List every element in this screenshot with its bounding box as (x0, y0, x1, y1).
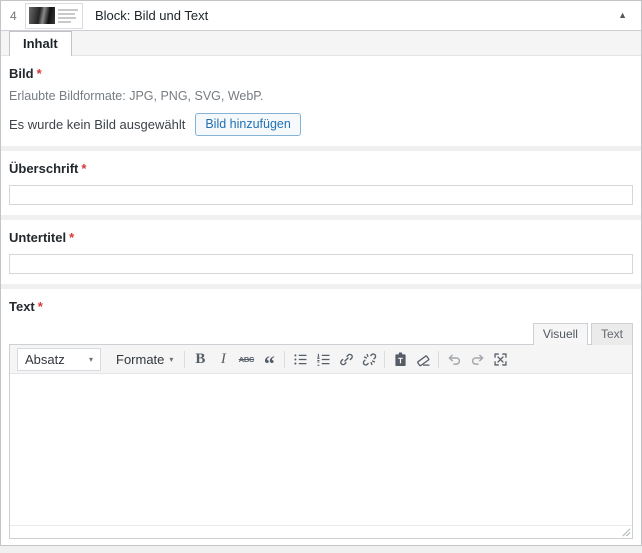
untertitel-input[interactable] (9, 254, 633, 274)
fullscreen-button[interactable] (489, 348, 511, 370)
acf-block-panel: 4 Block: Bild und Text ▲ Inhalt Bild * Er… (0, 0, 642, 546)
block-title: Block: Bild und Text (95, 8, 209, 23)
field-bild: Bild * Erlaubte Bildformate: JPG, PNG, SV… (1, 56, 641, 146)
bold-icon: B (195, 350, 206, 367)
toolbar-separator (438, 350, 440, 368)
tab-inhalt[interactable]: Inhalt (9, 31, 72, 56)
paste-as-text-button[interactable] (389, 348, 411, 370)
collapse-toggle-icon[interactable]: ▲ (614, 9, 631, 22)
editor-container: Absatz ▾ Formate ▾ B I ABC “ (9, 344, 633, 539)
image-uploader: Es wurde kein Bild ausgewählt Bild hinzu… (9, 113, 633, 136)
required-mark: * (37, 299, 43, 314)
no-image-selected-text: Es wurde kein Bild ausgewählt (9, 117, 186, 132)
editor-mode-tabs: Visuell Text (9, 323, 633, 345)
required-mark: * (81, 161, 87, 176)
blockquote-icon: “ (263, 351, 275, 376)
required-mark: * (36, 66, 42, 81)
fullscreen-icon (494, 352, 507, 366)
clear-formatting-button[interactable] (412, 348, 434, 370)
redo-icon (471, 354, 484, 365)
editor-toolbar: Absatz ▾ Formate ▾ B I ABC “ (10, 345, 632, 376)
eraser-icon (416, 354, 430, 366)
chevron-down-icon: ▾ (169, 354, 174, 364)
italic-button[interactable]: I (212, 348, 234, 370)
bulleted-list-button[interactable] (289, 348, 311, 370)
field-bild-label-row: Bild * (9, 66, 633, 81)
bulleted-list-icon (294, 353, 307, 365)
fields-container: Bild * Erlaubte Bildformate: JPG, PNG, SV… (1, 56, 641, 545)
field-ueberschrift-label: Überschrift (9, 161, 79, 176)
bold-button[interactable]: B (189, 348, 211, 370)
toolbar-separator (284, 350, 286, 368)
blockquote-button[interactable]: “ (258, 348, 280, 376)
redo-button[interactable] (466, 348, 488, 370)
chevron-down-icon: ▾ (88, 354, 93, 364)
tab-visuell[interactable]: Visuell (532, 323, 588, 345)
strikethrough-button[interactable]: ABC (235, 348, 257, 370)
undo-button[interactable] (443, 348, 465, 370)
paragraph-format-value: Absatz (25, 351, 65, 367)
formats-menu-label: Formate (116, 351, 165, 367)
field-text-label: Text (9, 299, 35, 314)
field-bild-description: Erlaubte Bildformate: JPG, PNG, SVG, Web… (9, 89, 264, 103)
block-order-number: 4 (10, 8, 17, 23)
field-untertitel-label-row: Untertitel * (9, 230, 633, 245)
italic-icon: I (220, 350, 226, 367)
required-mark: * (69, 230, 75, 245)
add-image-button[interactable]: Bild hinzufügen (195, 113, 301, 136)
unlink-icon (362, 352, 377, 366)
ueberschrift-input[interactable] (9, 185, 633, 205)
resize-handle-icon[interactable] (620, 526, 632, 538)
thumbnail-image (29, 7, 55, 24)
formats-menu-button[interactable]: Formate ▾ (109, 348, 180, 371)
toolbar-separator (384, 350, 386, 368)
remove-link-button[interactable] (358, 348, 380, 370)
field-untertitel-label: Untertitel (9, 230, 67, 245)
numbered-list-button[interactable] (312, 348, 334, 370)
undo-icon (448, 354, 460, 365)
editor-content[interactable] (10, 374, 632, 525)
field-group-tab-bar: Inhalt (1, 31, 641, 56)
field-ueberschrift: Überschrift * (1, 151, 641, 215)
field-ueberschrift-label-row: Überschrift * (9, 161, 633, 176)
field-untertitel: Untertitel * (1, 220, 641, 284)
wysiwyg-editor: Visuell Text Absatz ▾ Formate ▾ B I ABC … (9, 323, 633, 539)
field-text: Text * Visuell Text Absatz ▾ Formate ▾ B… (1, 289, 641, 545)
numbered-list-icon (317, 353, 330, 366)
thumbnail-text-lines (58, 8, 79, 23)
tab-text-mode[interactable]: Text (590, 323, 633, 345)
strikethrough-icon: ABC (238, 354, 255, 364)
paste-as-text-icon (395, 351, 406, 366)
field-bild-label: Bild (9, 66, 34, 81)
block-header[interactable]: 4 Block: Bild und Text ▲ (1, 1, 641, 31)
link-icon (340, 353, 353, 365)
toolbar-separator (184, 350, 186, 368)
insert-link-button[interactable] (335, 348, 357, 370)
paragraph-format-select[interactable]: Absatz ▾ (17, 347, 101, 371)
editor-statusbar (10, 525, 632, 538)
field-text-label-row: Text * (9, 299, 633, 314)
block-preview-thumbnail (25, 2, 83, 29)
